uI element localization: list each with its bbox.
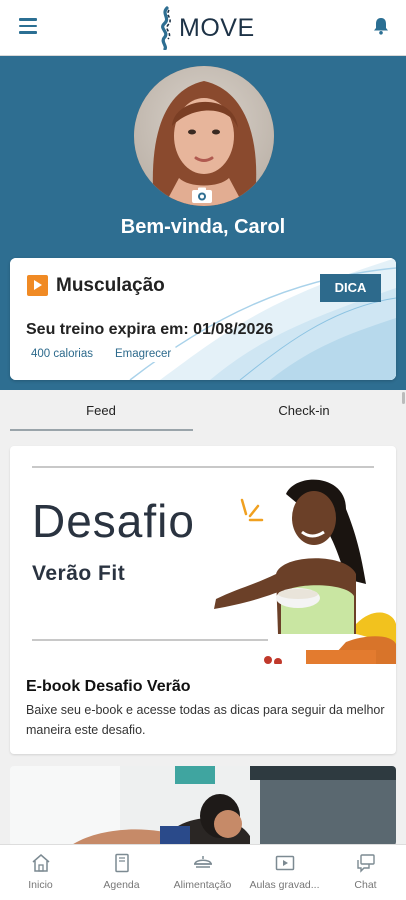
active-tab-indicator xyxy=(10,429,193,431)
feed-post-preview[interactable] xyxy=(10,766,396,846)
nav-label: Agenda xyxy=(103,879,140,891)
tip-button[interactable]: DICA xyxy=(320,274,381,302)
nav-item-chat[interactable]: Chat xyxy=(325,845,406,900)
calendar-book-icon xyxy=(115,853,129,873)
nav-item-agenda[interactable]: Agenda xyxy=(81,845,162,900)
tab-check-in[interactable]: Check-in xyxy=(214,403,394,418)
workout-card[interactable]: Musculação DICA Seu treino expira em: 01… xyxy=(10,258,396,380)
feed-tabs: Feed Check-in xyxy=(0,390,406,436)
video-icon xyxy=(275,855,295,871)
nav-label: Aulas gravad... xyxy=(249,879,320,891)
post-description: Baixe seu e-book e acesse todas as dicas… xyxy=(26,703,385,737)
welcome-text: Bem-vinda, Carol xyxy=(120,216,286,238)
avatar-photo xyxy=(134,66,274,206)
workout-expiry: Seu treino expira em: 01/08/2026 xyxy=(26,321,274,338)
home-icon xyxy=(32,854,50,872)
top-app-bar: MOVE xyxy=(0,0,406,56)
notification-bell-icon[interactable] xyxy=(371,16,391,36)
nav-item-aulas-gravadas[interactable]: Aulas gravad... xyxy=(244,845,325,900)
scrollbar[interactable] xyxy=(402,392,405,404)
nav-label: Chat xyxy=(354,879,377,891)
camera-icon[interactable] xyxy=(191,186,213,204)
tab-feed[interactable]: Feed xyxy=(11,403,191,418)
workout-photo xyxy=(10,766,396,846)
post-title: E-book Desafio Verão xyxy=(26,678,191,695)
banner-top-divider xyxy=(32,466,374,468)
workout-title: Musculação xyxy=(56,275,165,296)
calories-tag: 400 calorias xyxy=(26,346,99,362)
profile-avatar[interactable] xyxy=(134,66,274,206)
brand-name: MOVE xyxy=(179,13,255,42)
menu-icon[interactable] xyxy=(19,18,37,34)
banner-title: Desafio xyxy=(32,495,195,547)
feed-post[interactable]: Desafio Verão Fit E-book Desafio Verão B… xyxy=(10,446,396,754)
chat-icon xyxy=(357,854,375,873)
nav-item-alimentacao[interactable]: Alimentação xyxy=(162,845,243,900)
food-icon xyxy=(194,856,212,868)
play-icon xyxy=(27,275,48,296)
nav-label: Alimentação xyxy=(173,879,232,891)
woman-eating-illustration xyxy=(214,479,396,664)
bottom-navigation: Inicio Agenda Alimentação Aulas gravad..… xyxy=(0,844,406,900)
goal-tag: Emagrecer xyxy=(110,346,177,362)
nav-item-inicio[interactable]: Inicio xyxy=(0,845,81,900)
banner-subtitle: Verão Fit xyxy=(32,562,126,585)
brand-logo: MOVE xyxy=(155,6,255,50)
spine-logo-icon xyxy=(161,6,171,50)
nav-label: Inicio xyxy=(28,879,53,891)
